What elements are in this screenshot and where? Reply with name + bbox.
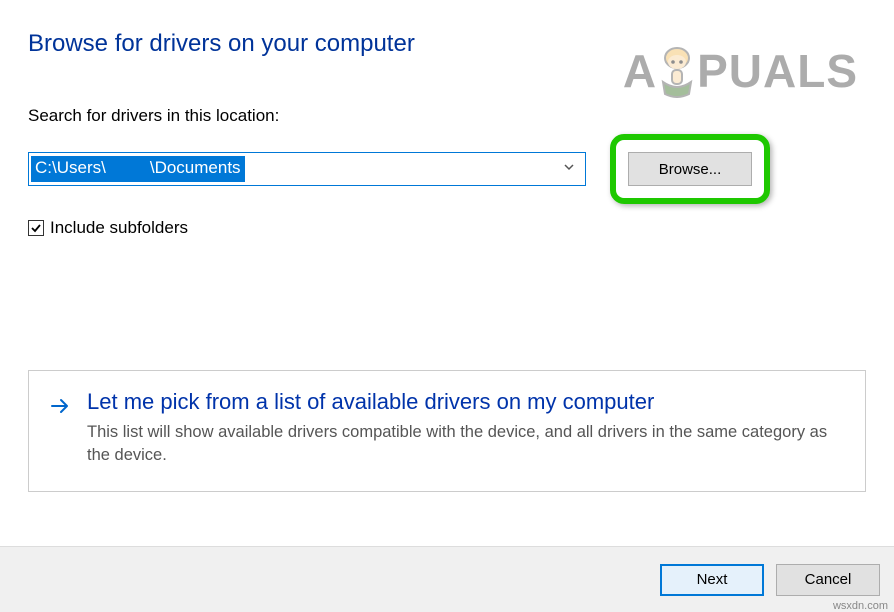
checkmark-icon — [30, 222, 42, 234]
browse-button[interactable]: Browse... — [628, 152, 752, 186]
source-attribution: wsxdn.com — [833, 600, 888, 612]
driver-path-combobox[interactable]: C:\Users\\Documents — [28, 152, 586, 186]
cancel-button[interactable]: Cancel — [776, 564, 880, 596]
next-button[interactable]: Next — [660, 564, 764, 596]
pick-from-list-title: Let me pick from a list of available dri… — [87, 389, 845, 415]
search-location-label: Search for drivers in this location: — [0, 58, 894, 126]
page-title: Browse for drivers on your computer — [0, 0, 894, 58]
pick-from-list-description: This list will show available drivers co… — [87, 421, 845, 467]
arrow-right-icon — [49, 395, 71, 422]
include-subfolders-checkbox[interactable] — [28, 220, 44, 236]
chevron-down-icon[interactable] — [563, 160, 575, 178]
include-subfolders-label: Include subfolders — [50, 218, 188, 238]
dialog-footer: Next Cancel — [0, 546, 894, 612]
browse-highlight-annotation: Browse... — [610, 134, 770, 204]
pick-from-list-option[interactable]: Let me pick from a list of available dri… — [28, 370, 866, 492]
driver-path-value: C:\Users\\Documents — [31, 156, 245, 182]
